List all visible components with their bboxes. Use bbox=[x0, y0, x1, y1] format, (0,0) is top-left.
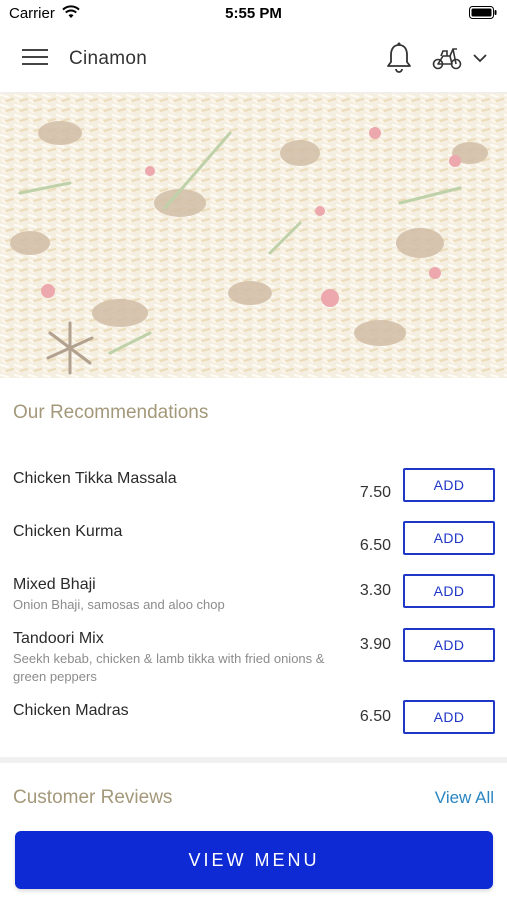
restaurant-title: Cinamon bbox=[69, 48, 148, 69]
hero-food-image bbox=[0, 93, 507, 378]
customer-reviews-title: Customer Reviews bbox=[13, 787, 173, 808]
item-name: Chicken Tikka Massala bbox=[13, 470, 177, 487]
item-price: 6.50 bbox=[359, 708, 391, 725]
status-bar: Carrier 5:55 PM bbox=[0, 0, 507, 26]
section-divider bbox=[0, 757, 507, 763]
battery-icon bbox=[469, 6, 497, 23]
status-time: 5:55 PM bbox=[225, 5, 282, 22]
item-name: Chicken Kurma bbox=[13, 523, 123, 540]
hamburger-menu-icon[interactable] bbox=[18, 44, 52, 74]
add-button[interactable]: ADD bbox=[403, 521, 495, 555]
item-description: Seekh kebab, chicken & lamb tikka with f… bbox=[13, 651, 325, 684]
add-button[interactable]: ADD bbox=[403, 700, 495, 734]
chevron-down-icon[interactable] bbox=[470, 50, 490, 66]
add-button[interactable]: ADD bbox=[403, 574, 495, 608]
app-header: Cinamon bbox=[0, 26, 507, 93]
item-price: 7.50 bbox=[359, 484, 391, 501]
item-price: 6.50 bbox=[359, 537, 391, 554]
item-name: Chicken Madras bbox=[13, 702, 129, 719]
item-price: 3.30 bbox=[359, 582, 391, 599]
bell-icon[interactable] bbox=[383, 41, 415, 75]
view-menu-button[interactable]: VIEW MENU bbox=[15, 831, 493, 889]
item-name: Mixed Bhaji bbox=[13, 576, 96, 593]
item-name: Tandoori Mix bbox=[13, 630, 104, 647]
scooter-icon[interactable] bbox=[430, 43, 464, 73]
add-button[interactable]: ADD bbox=[403, 468, 495, 502]
add-button[interactable]: ADD bbox=[403, 628, 495, 662]
item-description: Onion Bhaji, samosas and aloo chop bbox=[13, 597, 225, 612]
recommendations-title: Our Recommendations bbox=[13, 402, 209, 423]
view-all-reviews-link[interactable]: View All bbox=[435, 788, 494, 808]
item-price: 3.90 bbox=[359, 636, 391, 653]
